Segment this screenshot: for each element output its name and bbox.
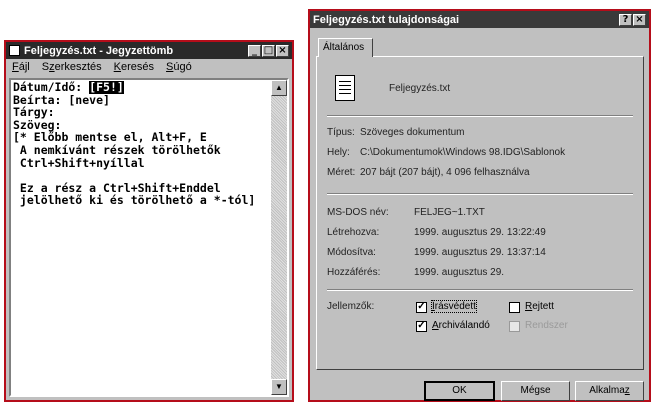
system-label: Rendszer: [525, 320, 568, 331]
modified-label: Módosítva:: [327, 247, 376, 258]
notepad-title: Feljegyzés.txt - Jegyzettömb: [24, 44, 174, 57]
menu-help[interactable]: Súgó: [166, 61, 192, 73]
editor-content[interactable]: Dátum/Idő: [F5!] Beírta: [neve] Tárgy: S…: [13, 81, 269, 395]
scroll-down-arrow-icon[interactable]: ▼: [271, 379, 287, 395]
vertical-scrollbar[interactable]: ▲ ▼: [271, 80, 287, 395]
accessed-label: Hozzáférés:: [327, 267, 381, 278]
divider: [327, 193, 633, 195]
dialog-close-button[interactable]: ×: [633, 13, 646, 26]
menu-file[interactable]: Fájl: [12, 61, 30, 73]
file-name: Feljegyzés.txt: [389, 83, 451, 94]
readonly-checkbox[interactable]: ✓: [416, 302, 427, 313]
divider: [327, 289, 633, 291]
size-label: Méret:: [327, 167, 356, 178]
ok-button[interactable]: OK: [424, 381, 495, 401]
menu-bar: Fájl Szerkesztés Keresés Súgó: [6, 59, 292, 75]
menu-edit[interactable]: Szerkesztés: [42, 61, 102, 73]
msdos-name-value: FELJEG~1.TXT: [414, 207, 485, 218]
accessed-value: 1999. augusztus 29.: [414, 267, 505, 278]
archive-checkbox[interactable]: ✓: [416, 321, 427, 332]
general-panel: Feljegyzés.txt Típus: Szöveges dokumentu…: [316, 56, 644, 370]
maximize-button[interactable]: □: [262, 44, 275, 57]
apply-button[interactable]: Alkalmaz: [575, 381, 644, 401]
archive-label[interactable]: Archiválandó: [432, 320, 490, 331]
tab-general[interactable]: Általános: [318, 38, 373, 57]
type-label: Típus:: [327, 127, 355, 138]
hidden-label[interactable]: Rejtett: [525, 301, 554, 312]
modified-value: 1999. augusztus 29. 13:37:14: [414, 247, 546, 258]
minimize-button[interactable]: _: [248, 44, 261, 57]
cancel-button[interactable]: Mégse: [501, 381, 570, 401]
location-label: Hely:: [327, 147, 350, 158]
editor-body-text: Beírta: [neve] Tárgy: Szöveg: [* Előbb m…: [13, 92, 256, 208]
attributes-label: Jellemzők:: [327, 301, 375, 312]
close-button[interactable]: ×: [276, 44, 289, 57]
notepad-window: Feljegyzés.txt - Jegyzettömb _ □ × Fájl …: [4, 40, 294, 402]
divider: [327, 115, 633, 117]
menu-search[interactable]: Keresés: [114, 61, 154, 73]
system-checkbox: [509, 321, 520, 332]
text-editor[interactable]: Dátum/Idő: [F5!] Beírta: [neve] Tárgy: S…: [9, 78, 289, 397]
created-label: Létrehozva:: [327, 227, 380, 238]
hidden-checkbox[interactable]: [509, 302, 520, 313]
type-value: Szöveges dokumentum: [360, 127, 465, 138]
msdos-name-label: MS-DOS név:: [327, 207, 389, 218]
text-file-icon: [335, 75, 355, 101]
help-button[interactable]: ?: [619, 13, 632, 26]
readonly-label[interactable]: Írásvédett: [431, 300, 477, 313]
scroll-up-arrow-icon[interactable]: ▲: [271, 80, 287, 96]
notepad-titlebar[interactable]: Feljegyzés.txt - Jegyzettömb _ □ ×: [6, 42, 292, 59]
properties-dialog: Feljegyzés.txt tulajdonságai ? × Általán…: [308, 9, 651, 402]
properties-title: Feljegyzés.txt tulajdonságai: [313, 13, 460, 26]
size-value: 207 bájt (207 bájt), 4 096 felhasználva: [360, 167, 530, 178]
notepad-icon: [9, 45, 20, 56]
created-value: 1999. augusztus 29. 13:22:49: [414, 227, 546, 238]
properties-titlebar[interactable]: Feljegyzés.txt tulajdonságai ? ×: [310, 11, 649, 28]
location-value: C:\Dokumentumok\Windows 98.IDG\Sablonok: [360, 147, 566, 158]
